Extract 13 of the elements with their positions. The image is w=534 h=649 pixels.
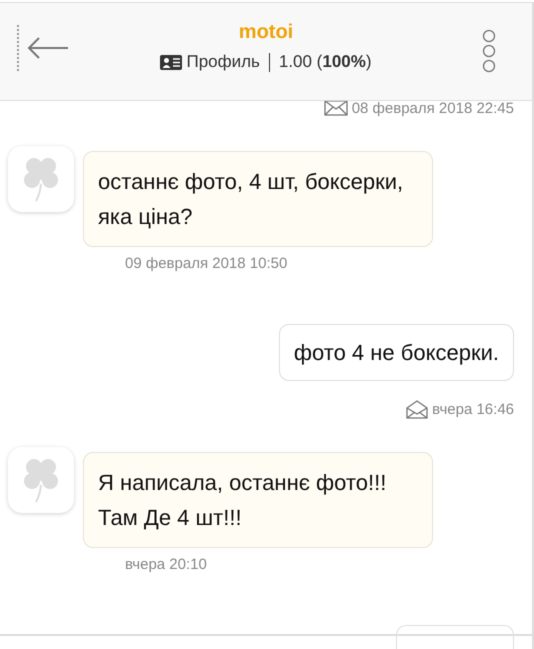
rating-text: 1.00 (100%) xyxy=(278,52,372,72)
profile-link[interactable]: Профиль xyxy=(186,52,260,72)
id-card-icon xyxy=(160,54,182,70)
message-time: вчера 16:46 xyxy=(432,400,514,418)
username: motoi xyxy=(238,20,294,44)
back-arrow-icon xyxy=(27,36,69,60)
message-time: вчера 20:10 xyxy=(125,556,208,573)
back-button[interactable] xyxy=(17,25,69,71)
message-time: 08 февраля 2018 22:45 xyxy=(352,101,514,116)
outgoing-message: фото 4 не боксерки. xyxy=(278,324,514,381)
message-time: 09 февраля 2018 10:50 xyxy=(125,255,288,272)
incoming-message: Я написала, останнє фото!!! Там Де 4 шт!!! xyxy=(83,452,433,548)
incoming-message: останнє фото, 4 шт, боксерки, яка ціна? xyxy=(83,151,433,247)
